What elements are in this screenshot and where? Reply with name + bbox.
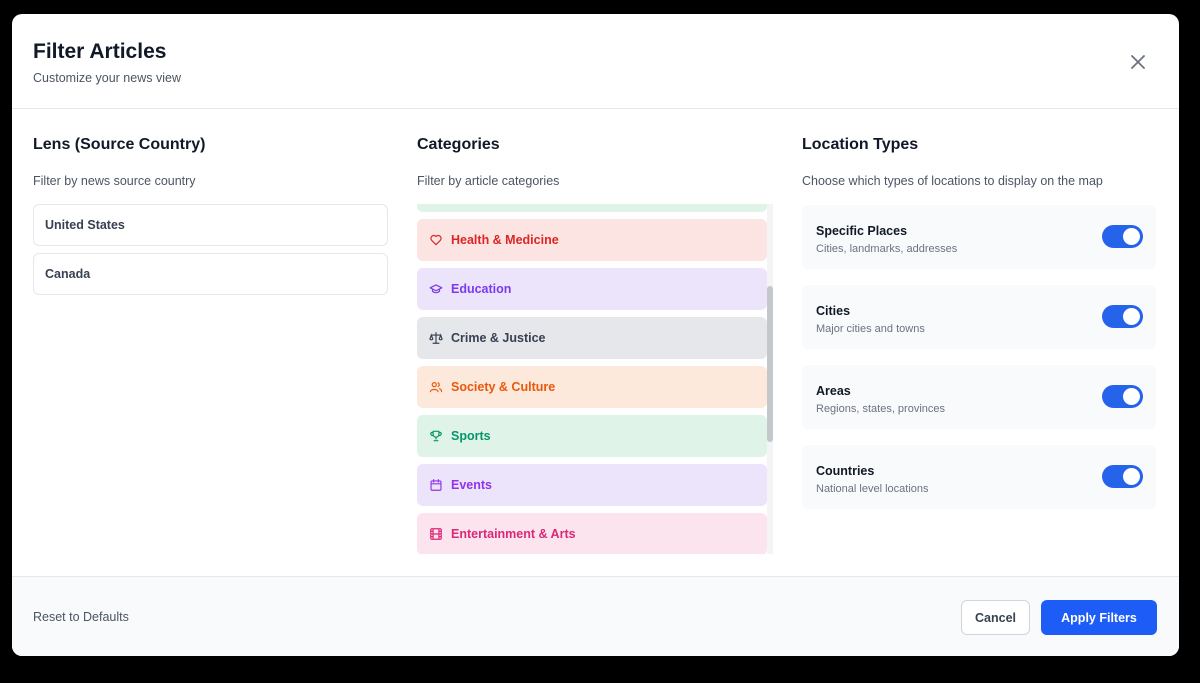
location-types-title: Location Types xyxy=(802,136,919,153)
category-item-entertainment-arts[interactable]: Entertainment & Arts xyxy=(417,513,767,554)
category-label: Crime & Justice xyxy=(451,331,546,345)
category-label: Sports xyxy=(451,429,491,443)
toggle-knob xyxy=(1123,388,1140,405)
location-type-title: Countries xyxy=(816,464,875,478)
location-type-title: Specific Places xyxy=(816,224,908,238)
lens-title: Lens (Source Country) xyxy=(33,136,206,153)
category-item-partial[interactable] xyxy=(417,204,767,212)
location-type-areas: Areas Regions, states, provinces xyxy=(802,365,1156,429)
location-type-specific-places: Specific Places Cities, landmarks, addre… xyxy=(802,205,1156,269)
category-scrollbar-thumb[interactable] xyxy=(767,286,773,442)
filter-modal: Filter Articles Customize your news view… xyxy=(12,14,1179,656)
category-item-events[interactable]: Events xyxy=(417,464,767,506)
graduation-cap-icon xyxy=(429,284,443,294)
category-item-health-medicine[interactable]: Health & Medicine xyxy=(417,219,767,261)
users-icon xyxy=(429,382,443,393)
location-type-description: Cities, landmarks, addresses xyxy=(816,243,958,255)
specific-places-toggle[interactable] xyxy=(1102,225,1143,248)
cancel-button[interactable]: Cancel xyxy=(961,600,1030,635)
modal-footer: Reset to Defaults Cancel Apply Filters xyxy=(12,576,1179,656)
category-item-society-culture[interactable]: Society & Culture xyxy=(417,366,767,408)
location-type-title: Cities xyxy=(816,304,851,318)
category-label: Events xyxy=(451,478,492,492)
country-option-united-states[interactable]: United States xyxy=(33,204,388,246)
areas-toggle[interactable] xyxy=(1102,385,1143,408)
categories-description: Filter by article categories xyxy=(417,174,560,188)
modal-header: Filter Articles Customize your news view xyxy=(12,14,1179,109)
location-type-description: Regions, states, provinces xyxy=(816,403,946,415)
countries-toggle[interactable] xyxy=(1102,465,1143,488)
location-type-description: Major cities and towns xyxy=(816,323,925,335)
cities-toggle[interactable] xyxy=(1102,305,1143,328)
location-type-cities: Cities Major cities and towns xyxy=(802,285,1156,349)
modal-title: Filter Articles xyxy=(33,40,167,63)
category-label: Health & Medicine xyxy=(451,233,559,247)
toggle-knob xyxy=(1123,468,1140,485)
trophy-icon xyxy=(430,430,442,442)
category-label: Society & Culture xyxy=(451,380,556,394)
modal-subtitle: Customize your news view xyxy=(33,71,181,85)
category-list: Health & Medicine Education Crime & Just… xyxy=(417,204,773,554)
calendar-icon xyxy=(430,479,442,491)
category-item-crime-justice[interactable]: Crime & Justice xyxy=(417,317,767,359)
country-option-canada[interactable]: Canada xyxy=(33,253,388,295)
location-type-title: Areas xyxy=(816,384,851,398)
toggle-knob xyxy=(1123,228,1140,245)
toggle-knob xyxy=(1123,308,1140,325)
reset-defaults-link[interactable]: Reset to Defaults xyxy=(33,610,129,624)
category-item-education[interactable]: Education xyxy=(417,268,767,310)
heart-icon xyxy=(430,234,442,246)
scale-icon xyxy=(429,332,443,344)
location-type-description: National level locations xyxy=(816,483,929,495)
category-item-sports[interactable]: Sports xyxy=(417,415,767,457)
lens-description: Filter by news source country xyxy=(33,174,196,188)
close-icon[interactable] xyxy=(1127,51,1149,73)
location-types-description: Choose which types of locations to displ… xyxy=(802,174,1103,188)
categories-title: Categories xyxy=(417,136,500,153)
category-label: Entertainment & Arts xyxy=(451,527,576,541)
category-label: Education xyxy=(451,282,512,296)
location-type-countries: Countries National level locations xyxy=(802,445,1156,509)
apply-filters-button[interactable]: Apply Filters xyxy=(1041,600,1157,635)
film-icon xyxy=(430,528,442,540)
